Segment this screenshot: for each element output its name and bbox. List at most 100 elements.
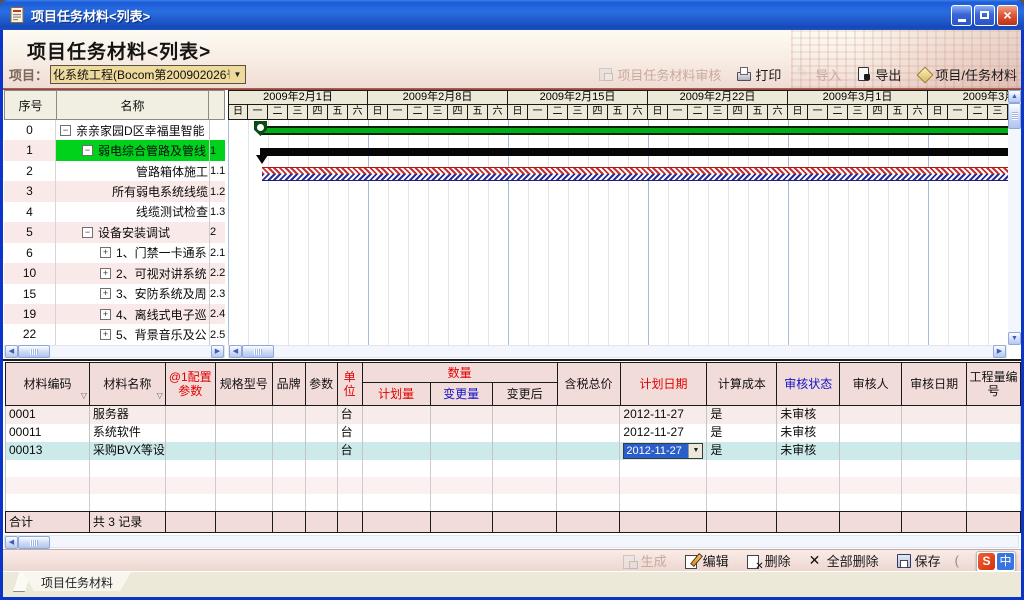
gantt-bar-summary-green[interactable] [260, 126, 1008, 135]
expand-icon[interactable]: + [100, 309, 111, 320]
maximize-button[interactable] [974, 5, 995, 26]
material-col-brand[interactable]: 品牌 [273, 363, 306, 405]
gantt-hscrollbar[interactable]: ◀ ▶ [228, 345, 1007, 358]
material-row[interactable]: 00011系统软件台2012-11-27是未审核 [5, 424, 1021, 442]
task-row[interactable]: 19+4、离线式电子巡2.4 [4, 304, 225, 324]
material-col-code[interactable]: 材料编码▽ [6, 363, 90, 405]
minimize-button[interactable] [951, 5, 972, 26]
clipped-button-icon: ( [955, 553, 959, 568]
scroll-right-button[interactable]: ▶ [211, 345, 224, 358]
material-col-qty_change[interactable]: 变更量 [431, 383, 493, 405]
project-label: 项目： [9, 65, 48, 84]
material-cell-code: 00013 [6, 442, 90, 460]
project-material-button[interactable]: 项目/任务材料 [916, 65, 1017, 84]
print-button[interactable]: 打印 [736, 65, 781, 84]
horizontal-scrollbar-thumb[interactable] [242, 345, 274, 358]
vertical-scrollbar-thumb[interactable] [1008, 103, 1021, 129]
collapse-icon[interactable]: − [82, 227, 93, 238]
material-col-qty_after[interactable]: 变更后 [493, 383, 558, 405]
material-cell-name: 系统软件 [90, 424, 166, 442]
chevron-down-icon[interactable]: ▼ [229, 70, 245, 79]
material-empty-cell [707, 494, 777, 511]
date-dropdown-button[interactable]: ▼ [688, 444, 702, 458]
material-col-audit_status[interactable]: 审核状态 [777, 363, 840, 405]
gantt-day-label: 四 [588, 105, 608, 120]
ime-language-badge[interactable]: 中 [997, 553, 1014, 570]
date-editor[interactable]: 2012-11-27▼ [623, 443, 703, 459]
scroll-down-button[interactable]: ▼ [1008, 332, 1021, 345]
task-seq: 2 [4, 161, 56, 181]
material-empty-cell [557, 494, 620, 511]
gantt-vertical-scrollbar[interactable]: ▲ ▼ [1008, 90, 1021, 345]
task-name-label: 4、离线式电子巡 [116, 306, 207, 323]
material-cell-plan_date: 2012-11-27 [620, 406, 707, 424]
expand-icon[interactable]: + [100, 268, 111, 279]
scroll-left-button[interactable]: ◀ [5, 345, 18, 358]
scroll-left-button[interactable]: ◀ [229, 345, 242, 358]
material-col-audit_date[interactable]: 审核日期 [902, 363, 967, 405]
expand-icon[interactable]: + [100, 288, 111, 299]
material-col-unit[interactable]: 单位 [338, 363, 363, 405]
expand-icon[interactable]: + [100, 247, 111, 258]
task-row[interactable]: 2管路箱体施工1.1 [4, 161, 225, 181]
gantt-bar-summary-black[interactable] [260, 148, 1008, 156]
audit-button-label: 项目任务材料审核 [617, 65, 721, 84]
material-cell-auditor [840, 442, 902, 460]
close-button[interactable]: × [997, 5, 1018, 26]
task-row[interactable]: 3所有弱电系统线缆1.2 [4, 181, 225, 201]
material-table-hscrollbar[interactable]: ◀ [4, 535, 1019, 548]
scroll-up-button[interactable]: ▲ [1008, 90, 1021, 103]
material-empty-row[interactable] [5, 477, 1021, 494]
material-cell-qty_after [493, 424, 558, 442]
material-empty-cell [493, 477, 558, 494]
material-col-param[interactable]: 参数 [306, 363, 338, 405]
material-empty-row[interactable] [5, 460, 1021, 477]
task-col-name-header[interactable]: 名称 [57, 91, 208, 119]
material-col-spec[interactable]: 规格型号 [216, 363, 273, 405]
scroll-left-button[interactable]: ◀ [5, 536, 18, 549]
expand-icon[interactable]: + [100, 329, 111, 340]
project-select[interactable]: 化系统工程(Bocom第200902026号) ▼ [50, 65, 246, 84]
material-cell-code: 00011 [6, 424, 90, 442]
task-table-hscrollbar[interactable]: ◀ ▶ [4, 345, 225, 358]
material-col-qty_plan[interactable]: 计划量 [363, 383, 431, 405]
task-row[interactable]: 4线缆测试检查1.3 [4, 202, 225, 222]
material-col-calc_cost[interactable]: 计算成本 [707, 363, 777, 405]
sogou-ime-icon[interactable]: S [978, 553, 995, 570]
sort-icon[interactable]: ▽ [157, 389, 163, 403]
horizontal-scrollbar-thumb[interactable] [18, 536, 50, 549]
task-row[interactable]: 6+1、门禁一卡通系2.1 [4, 243, 225, 263]
material-empty-row[interactable] [5, 494, 1021, 511]
material-col-qty_no[interactable]: 工程量编号 [967, 363, 1021, 405]
gantt-day-label: 二 [548, 105, 568, 120]
delete-all-button[interactable]: 全部删除 [808, 551, 879, 570]
task-col-seq-header[interactable]: 序号 [5, 91, 57, 119]
task-row[interactable]: 15+3、安防系统及周2.3 [4, 284, 225, 304]
sort-icon[interactable]: ▽ [81, 389, 87, 403]
task-name: +2、可视对讲系统 [56, 263, 209, 283]
save-button[interactable]: 保存 [896, 551, 941, 570]
task-row[interactable]: 10+2、可视对讲系统2.2 [4, 263, 225, 283]
material-col-cfg[interactable]: @1配置参数 [166, 363, 216, 405]
gantt-bar-hatched[interactable] [262, 167, 1008, 181]
tab-project-task-material[interactable]: 项目任务材料 [23, 572, 131, 591]
horizontal-scrollbar-thumb[interactable] [18, 345, 50, 358]
material-col-plan_date[interactable]: 计划日期 [621, 363, 708, 405]
task-row[interactable]: 22+5、背景音乐及公2.5 [4, 324, 225, 344]
material-row[interactable]: 0001服务器台2012-11-27是未审核 [5, 406, 1021, 424]
collapse-icon[interactable]: − [82, 145, 93, 156]
delete-button[interactable]: 删除 [746, 551, 791, 570]
edit-button[interactable]: 编辑 [684, 551, 729, 570]
task-row[interactable]: 0−亲亲家园D区幸福里智能 [4, 120, 225, 140]
material-row[interactable]: 00013采购BVX等设台2012-11-27▼是未审核 [5, 442, 1021, 460]
scroll-right-button[interactable]: ▶ [993, 345, 1006, 358]
material-col-name[interactable]: 材料名称▽ [90, 363, 166, 405]
collapse-icon[interactable]: − [60, 125, 71, 136]
material-col-total_price[interactable]: 含税总价 [558, 363, 621, 405]
material-cell-plan_date: 2012-11-27▼ [620, 442, 707, 460]
task-row[interactable]: 5−设备安装调试2 [4, 222, 225, 242]
material-col-auditor[interactable]: 审核人 [840, 363, 902, 405]
task-row[interactable]: 1−弱电综合管路及管线1 [4, 140, 225, 160]
export-button[interactable]: 导出 [856, 65, 901, 84]
task-wbs-code: 1.2 [209, 181, 225, 201]
